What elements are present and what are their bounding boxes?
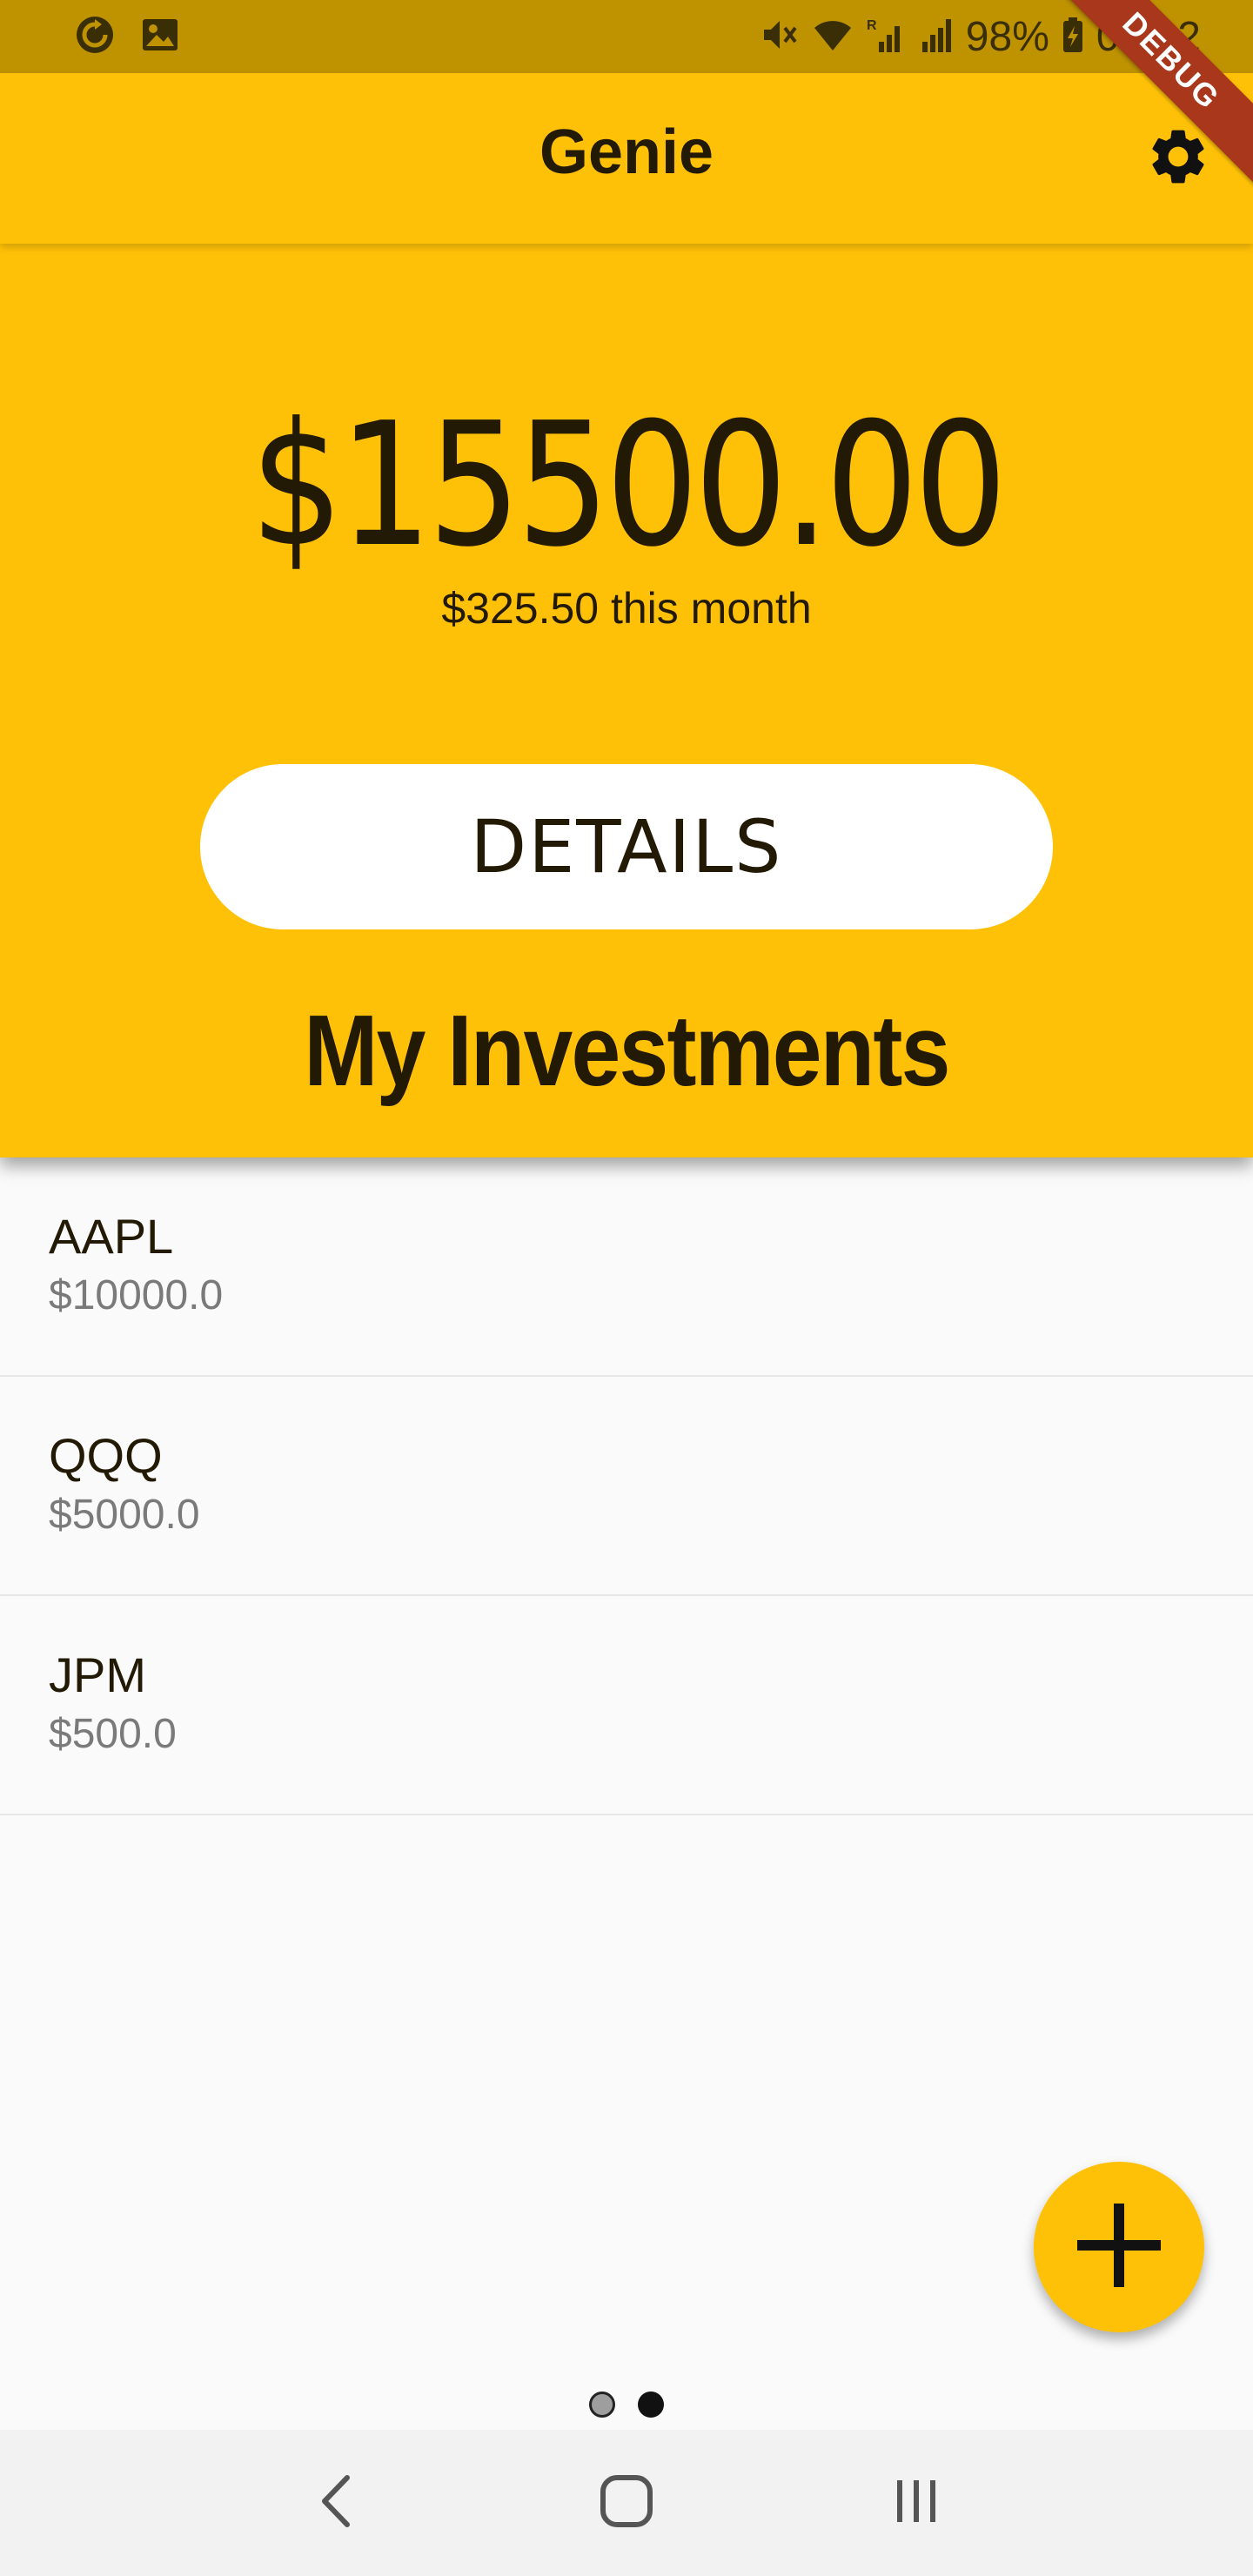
recents-icon xyxy=(890,2475,942,2532)
recents-button[interactable] xyxy=(873,2459,960,2546)
status-bar: R 98% 08:22 xyxy=(0,0,1253,73)
plus-icon xyxy=(1074,2200,1164,2295)
system-nav-bar xyxy=(0,2430,1253,2576)
investment-value: $5000.0 xyxy=(49,1492,200,1538)
home-icon xyxy=(598,2472,655,2534)
total-balance: $15500.00 xyxy=(250,386,1007,585)
svg-text:R: R xyxy=(867,18,877,33)
add-investment-button[interactable] xyxy=(1034,2162,1204,2332)
section-title: My Investments xyxy=(304,994,950,1107)
app-title: Genie xyxy=(539,117,714,187)
mute-icon xyxy=(761,16,799,58)
list-item[interactable]: QQQ $5000.0 xyxy=(0,1377,1253,1596)
monthly-change: $325.50 this month xyxy=(441,584,812,633)
app-bar: Genie xyxy=(0,73,1253,244)
sync-icon xyxy=(75,15,115,59)
settings-button[interactable] xyxy=(1143,124,1213,193)
investment-symbol: AAPL xyxy=(49,1209,174,1264)
investment-list: AAPL $10000.0 QQQ $5000.0 JPM $500.0 xyxy=(0,1157,1253,1815)
investment-symbol: JPM xyxy=(49,1647,146,1702)
investment-value: $500.0 xyxy=(49,1711,177,1757)
investment-symbol: QQQ xyxy=(49,1428,163,1483)
wifi-icon xyxy=(811,16,854,58)
battery-percent: 98% xyxy=(965,13,1049,60)
list-item[interactable]: AAPL $10000.0 xyxy=(0,1157,1253,1377)
gear-icon xyxy=(1145,124,1211,194)
page-dot-active[interactable] xyxy=(638,2392,664,2418)
status-left-icons xyxy=(75,15,179,59)
details-button[interactable]: DETAILS xyxy=(200,764,1053,929)
signal-r-icon: R xyxy=(867,16,907,58)
list-item[interactable]: JPM $500.0 xyxy=(0,1596,1253,1815)
battery-charging-icon xyxy=(1062,16,1084,58)
investment-value: $10000.0 xyxy=(49,1272,224,1318)
page-dot[interactable] xyxy=(589,2392,615,2418)
summary-panel: $15500.00 $325.50 this month DETAILS My … xyxy=(0,244,1253,1157)
image-icon xyxy=(141,17,179,57)
back-icon xyxy=(311,2471,363,2536)
page-indicator xyxy=(0,2392,1253,2418)
signal-icon xyxy=(919,16,954,58)
back-button[interactable] xyxy=(293,2459,380,2546)
home-button[interactable] xyxy=(583,2459,670,2546)
